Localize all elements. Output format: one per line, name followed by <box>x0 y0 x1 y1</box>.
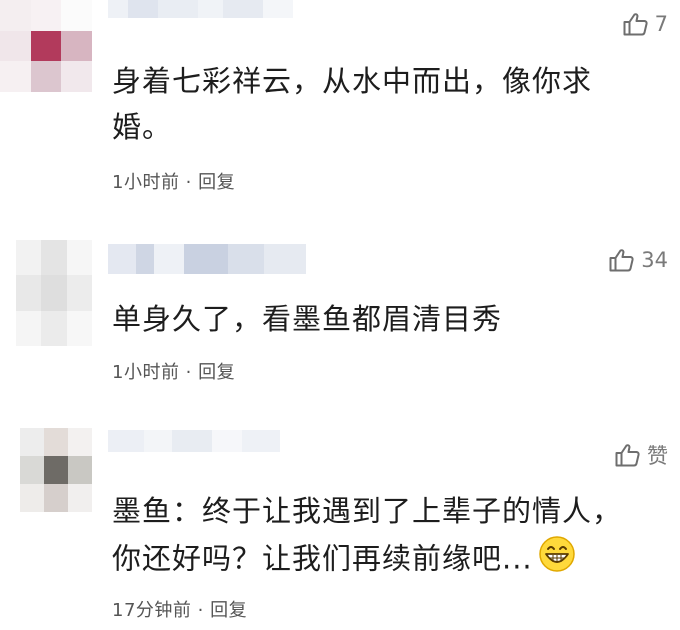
like-count: 34 <box>641 248 668 272</box>
comment-time: 1小时前 <box>112 172 180 193</box>
thumbs-up-icon <box>609 248 635 272</box>
comment-item: 34 单身久了，看墨鱼都眉清目秀 1小时前 · 回复 <box>0 210 680 400</box>
comment-text-line: 婚。 <box>112 110 173 144</box>
like-label: 赞 <box>647 444 668 468</box>
comment-meta: 1小时前 · 回复 <box>112 168 235 194</box>
comment-text: 墨鱼：终于让我遇到了上辈子的情人， 你还好吗？让我们再续前缘吧... <box>112 488 652 587</box>
meta-separator: · <box>179 172 199 193</box>
grinning-face-icon <box>537 534 577 587</box>
avatar[interactable] <box>16 240 92 346</box>
comment-text: 单身久了，看墨鱼都眉清目秀 <box>112 296 652 342</box>
like-button[interactable]: 赞 <box>615 440 668 470</box>
comment-text-line: 你还好吗？让我们再续前缘吧... <box>112 534 652 587</box>
avatar[interactable] <box>20 428 92 512</box>
comment-item: 7 身着七彩祥云，从水中而出，像你求 婚。 1小时前 · 回复 <box>0 0 680 205</box>
comment-meta: 17分钟前 · 回复 <box>112 596 247 622</box>
comment-time: 17分钟前 <box>112 600 192 621</box>
reply-button[interactable]: 回复 <box>198 172 235 193</box>
like-count: 7 <box>654 12 668 36</box>
username[interactable] <box>108 244 318 274</box>
like-button[interactable]: 7 <box>623 12 668 36</box>
thumbs-up-icon <box>623 12 649 36</box>
comment-meta: 1小时前 · 回复 <box>112 358 235 384</box>
reply-button[interactable]: 回复 <box>210 600 247 621</box>
username[interactable] <box>108 430 318 452</box>
comment-text: 身着七彩祥云，从水中而出，像你求 婚。 <box>112 58 652 150</box>
reply-button[interactable]: 回复 <box>198 362 235 383</box>
comment-time: 1小时前 <box>112 362 180 383</box>
comment-text-line: 单身久了，看墨鱼都眉清目秀 <box>112 302 503 336</box>
thumbs-up-icon <box>615 443 641 467</box>
avatar[interactable] <box>0 0 92 92</box>
like-button[interactable]: 34 <box>609 248 668 272</box>
comment-text-line: 身着七彩祥云，从水中而出，像你求 <box>112 64 593 98</box>
comment-text-segment: 你还好吗？让我们再续前缘吧... <box>112 541 533 576</box>
username[interactable] <box>108 0 318 18</box>
comment-text-line: 墨鱼：终于让我遇到了上辈子的情人， <box>112 494 623 528</box>
meta-separator: · <box>191 600 211 621</box>
meta-separator: · <box>179 362 199 383</box>
comment-item: 赞 墨鱼：终于让我遇到了上辈子的情人， 你还好吗？让我们再续前缘吧... 17分… <box>0 420 680 630</box>
